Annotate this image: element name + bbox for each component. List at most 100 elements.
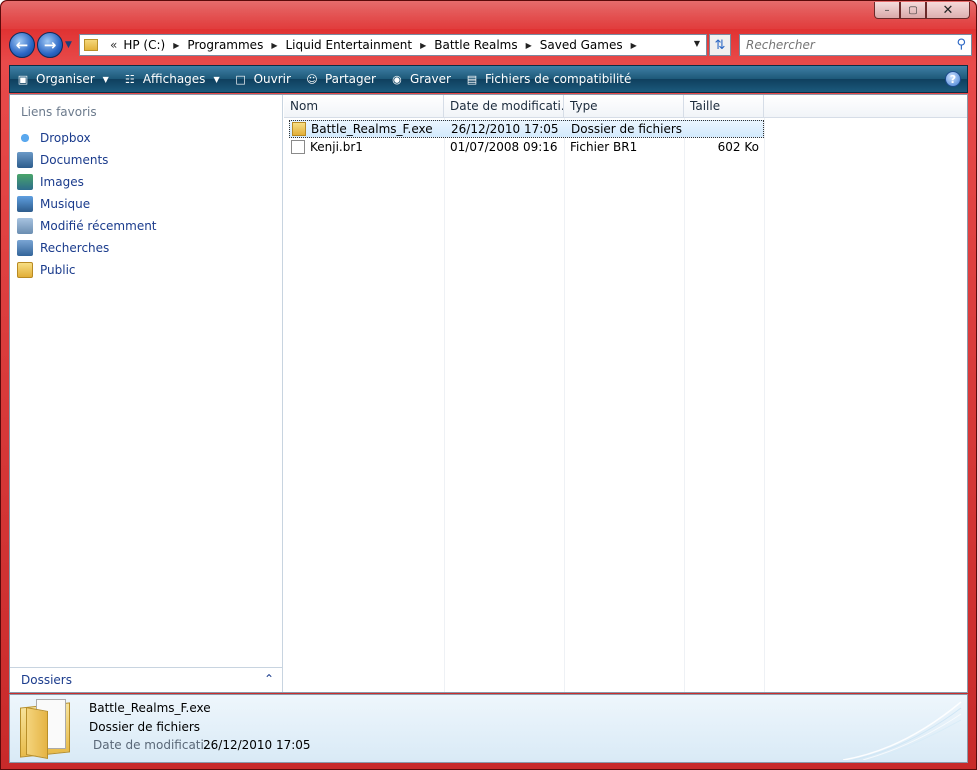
folder-icon	[292, 122, 306, 136]
open-icon: □	[235, 72, 246, 86]
minimize-button[interactable]: –	[874, 2, 900, 19]
caption-buttons: – ▢ ✕	[874, 2, 970, 19]
help-button[interactable]: ?	[945, 71, 961, 87]
column-header-size[interactable]: Taille	[684, 95, 764, 118]
column-header-type[interactable]: Type	[564, 95, 684, 118]
maximize-button[interactable]: ▢	[900, 2, 926, 19]
favorite-dropbox[interactable]: Dropbox	[17, 127, 157, 149]
dropbox-icon	[17, 130, 33, 146]
address-overflow[interactable]: «	[110, 38, 117, 52]
favorite-music[interactable]: Musique	[17, 193, 157, 215]
command-bar: ▣ Organiser ▼ ☷ Affichages ▼ □ Ouvrir ☺ …	[9, 65, 968, 93]
file-type: Dossier de fichiers	[571, 122, 683, 136]
back-button[interactable]: ←	[9, 32, 35, 58]
forward-button[interactable]: →	[37, 32, 63, 58]
address-bar[interactable]: « HP (C:) ▶ Programmes ▶ Liquid Entertai…	[79, 34, 707, 56]
file-list: ˄ Nom Date de modificati... Type Taille	[284, 95, 967, 692]
organize-button[interactable]: ▣ Organiser ▼	[16, 72, 109, 86]
details-date-label: Date de modificati...	[93, 738, 216, 752]
favorite-recent[interactable]: Modifié récemment	[17, 215, 157, 237]
favorite-label: Images	[40, 175, 84, 189]
favorite-documents[interactable]: Documents	[17, 149, 157, 171]
favorites-list: Dropbox Documents Images Musique Modifié…	[17, 127, 157, 281]
favorite-searches[interactable]: Recherches	[17, 237, 157, 259]
open-button[interactable]: □ Ouvrir	[234, 72, 291, 86]
share-button[interactable]: ☺ Partager	[305, 72, 376, 86]
navigation-pane: Liens favoris Dropbox Documents Images M…	[10, 95, 283, 692]
column-header-date[interactable]: Date de modificati...	[444, 95, 564, 118]
public-folder-icon	[17, 262, 33, 278]
chevron-down-icon: ▼	[102, 74, 109, 84]
breadcrumb-drive[interactable]: HP (C:)	[123, 38, 165, 52]
decorative-swoosh	[843, 701, 962, 760]
column-label: Type	[570, 99, 598, 113]
details-pane: Battle_Realms_F.exe Dossier de fichiers …	[9, 694, 968, 763]
organize-icon: ▣	[17, 72, 29, 86]
column-divider	[564, 118, 565, 692]
folders-toggle[interactable]: Dossiers ⌃	[10, 667, 282, 692]
content-area: Liens favoris Dropbox Documents Images M…	[9, 94, 968, 693]
column-divider	[684, 118, 685, 692]
back-arrow-icon: ←	[15, 36, 29, 54]
chevron-right-icon[interactable]: ▶	[526, 41, 532, 50]
refresh-icon: ⇅	[714, 37, 726, 53]
chevron-right-icon[interactable]: ▶	[271, 41, 277, 50]
breadcrumb-programmes[interactable]: Programmes	[187, 38, 263, 52]
chevron-right-icon[interactable]: ▶	[420, 41, 426, 50]
share-label: Partager	[324, 72, 376, 86]
folder-icon	[84, 39, 98, 51]
explorer-window: – ▢ ✕ ← → ▼ « HP (C:) ▶ Programmes ▶ Liq…	[0, 0, 977, 770]
column-label: Taille	[690, 99, 721, 113]
favorite-public[interactable]: Public	[17, 259, 157, 281]
favorite-label: Documents	[40, 153, 109, 167]
favorite-label: Musique	[40, 197, 91, 211]
chevron-right-icon[interactable]: ▶	[631, 41, 637, 50]
breadcrumb-battle-realms[interactable]: Battle Realms	[434, 38, 517, 52]
burn-label: Graver	[409, 72, 451, 86]
favorite-label: Recherches	[40, 241, 110, 255]
file-row[interactable]: Battle_Realms_F.exe 26/12/2010 17:05 Dos…	[289, 120, 764, 138]
column-divider	[764, 118, 765, 692]
navigation-bar: ← → ▼ « HP (C:) ▶ Programmes ▶ Liquid En…	[9, 31, 972, 59]
chevron-down-icon: ▼	[213, 74, 220, 84]
compatibility-icon: ▤	[466, 72, 478, 86]
favorite-label: Public	[40, 263, 76, 277]
favorite-images[interactable]: Images	[17, 171, 157, 193]
organize-label: Organiser	[36, 72, 95, 86]
column-header-row: ˄ Nom Date de modificati... Type Taille	[284, 95, 967, 118]
favorites-heading: Liens favoris	[21, 105, 97, 119]
forward-arrow-icon: →	[43, 36, 57, 54]
chevron-up-icon[interactable]: ⌃	[264, 672, 274, 686]
details-file-type: Dossier de fichiers	[89, 720, 201, 734]
breadcrumb-liquid-entertainment[interactable]: Liquid Entertainment	[285, 38, 412, 52]
column-label: Nom	[290, 99, 319, 113]
file-type: Fichier BR1	[570, 140, 638, 154]
search-icon[interactable]: ⚲	[956, 37, 966, 52]
images-icon	[17, 174, 33, 190]
documents-icon	[17, 152, 33, 168]
recent-pages-dropdown[interactable]: ▼	[65, 40, 72, 50]
open-label: Ouvrir	[253, 72, 291, 86]
column-header-name[interactable]: ˄ Nom	[284, 95, 444, 118]
file-name: Kenji.br1	[310, 140, 363, 154]
file-row[interactable]: Kenji.br1 01/07/2008 09:16 Fichier BR1 6…	[289, 139, 764, 157]
help-icon: ?	[949, 72, 957, 86]
file-icon	[291, 140, 305, 154]
burn-disc-icon: ◉	[392, 72, 402, 86]
compatibility-label: Fichiers de compatibilité	[484, 72, 632, 86]
views-button[interactable]: ☷ Affichages ▼	[123, 72, 220, 86]
file-name: Battle_Realms_F.exe	[311, 122, 433, 136]
searches-icon	[17, 240, 33, 256]
file-size: 602 Ko	[717, 140, 759, 154]
close-button[interactable]: ✕	[926, 2, 970, 19]
favorite-label: Dropbox	[40, 131, 91, 145]
compatibility-files-button[interactable]: ▤ Fichiers de compatibilité	[465, 72, 632, 86]
refresh-button[interactable]: ⇅	[709, 34, 731, 56]
chevron-right-icon[interactable]: ▶	[173, 41, 179, 50]
folders-label: Dossiers	[21, 673, 72, 687]
sort-ascending-icon: ˄	[360, 95, 365, 102]
search-input[interactable]	[746, 38, 946, 52]
breadcrumb-saved-games[interactable]: Saved Games	[540, 38, 623, 52]
burn-button[interactable]: ◉ Graver	[390, 72, 451, 86]
address-dropdown-icon[interactable]: ▼	[694, 39, 700, 48]
